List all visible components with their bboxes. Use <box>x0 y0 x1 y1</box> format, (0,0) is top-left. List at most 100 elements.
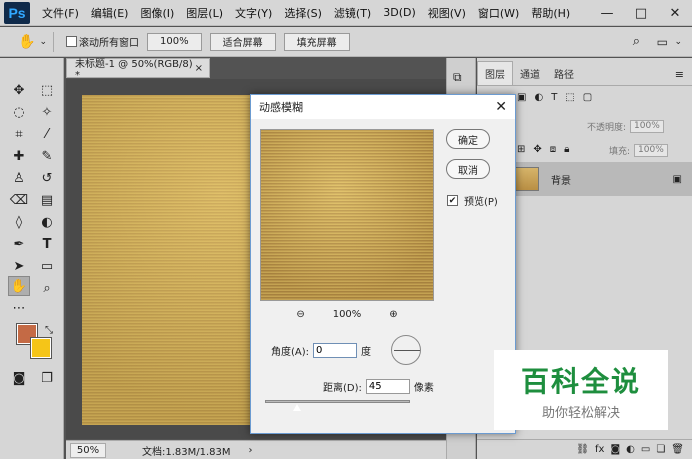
chevron-down-icon[interactable]: ⌄ <box>39 37 47 47</box>
link-layers-icon[interactable]: ⛓ <box>576 444 589 455</box>
path-select-icon[interactable]: ➤ <box>8 256 30 276</box>
filter-preview[interactable] <box>260 129 434 301</box>
slider-handle[interactable] <box>292 404 301 411</box>
mask-icon[interactable]: ◙ <box>610 444 620 455</box>
magic-wand-icon[interactable]: ✧ <box>36 102 58 122</box>
layers-footer: ⛓ fx ◙ ◐ ▭ ❏ 🗑︎ <box>477 439 692 459</box>
fill-label: 填充: <box>609 147 631 157</box>
lock-all-icon[interactable]: 🔒︎ <box>564 144 569 155</box>
zoom-out-icon[interactable]: ⊖ <box>296 309 304 320</box>
menu-filter[interactable]: 滤镜(T) <box>334 5 371 21</box>
close-window-button[interactable]: ✕ <box>658 0 692 26</box>
type-filter-icon[interactable]: T <box>551 92 557 103</box>
zoom-tool-icon[interactable]: ⌕ <box>36 278 58 298</box>
rectangle-tool-icon[interactable]: ▭ <box>36 256 58 276</box>
fit-screen-button[interactable]: 适合屏幕 <box>209 32 276 51</box>
menu-3d[interactable]: 3D(D) <box>383 6 416 19</box>
menu-window[interactable]: 窗口(W) <box>478 5 519 21</box>
search-icon[interactable]: ⌕ <box>633 34 640 49</box>
close-icon[interactable]: ✕ <box>495 99 507 115</box>
checkbox-box[interactable] <box>65 36 77 47</box>
cancel-button[interactable]: 取消 <box>446 159 490 179</box>
layer-row[interactable]: 背景 ▣ <box>507 162 692 196</box>
fill-row: 填充: 100% <box>609 144 668 157</box>
adjustment-layer-icon[interactable]: ◐ <box>626 444 635 455</box>
more-tools-icon[interactable]: ⋯ <box>8 298 30 318</box>
chevron-down-icon[interactable]: ⌄ <box>674 37 682 47</box>
menu-view[interactable]: 视图(V) <box>428 5 466 21</box>
minimize-button[interactable]: — <box>590 0 624 26</box>
angle-dial[interactable] <box>391 335 421 365</box>
background-color-swatch[interactable] <box>30 337 52 359</box>
hand-tool-icon[interactable]: ✋ <box>8 276 30 296</box>
dialog-titlebar: 动感模糊 ✕ <box>251 95 515 119</box>
distance-slider[interactable] <box>265 400 410 403</box>
pen-tool-icon[interactable]: ✒ <box>8 234 30 254</box>
close-icon[interactable]: × <box>195 63 203 74</box>
clone-stamp-icon[interactable]: ♙ <box>8 168 30 188</box>
chevron-right-icon[interactable]: › <box>249 445 253 456</box>
zoom-level[interactable]: 50% <box>70 442 106 458</box>
history-panel-icon[interactable]: ⧉ <box>453 70 462 85</box>
tab-paths[interactable]: 路径 <box>547 62 581 85</box>
menu-file[interactable]: 文件(F) <box>42 5 79 21</box>
menu-edit[interactable]: 编辑(E) <box>91 5 129 21</box>
checkmark-icon[interactable]: ✔ <box>447 195 458 206</box>
menu-image[interactable]: 图像(I) <box>140 5 174 21</box>
maximize-button[interactable]: □ <box>624 0 658 26</box>
scroll-all-checkbox[interactable]: 滚动所有窗口 <box>65 34 139 49</box>
distance-input[interactable] <box>365 379 410 394</box>
preview-zoom-row: ⊖ 100% ⊕ <box>260 305 434 323</box>
angle-label: 角度(A): <box>271 347 310 358</box>
document-tab[interactable]: 未标题-1 @ 50%(RGB/8) * × <box>66 58 210 81</box>
folder-icon[interactable]: ▭ <box>641 444 650 455</box>
image-filter-icon[interactable]: ▣ <box>517 92 526 103</box>
tab-layers[interactable]: 图层 <box>477 61 513 85</box>
crop-tool-icon[interactable]: ⌗ <box>8 124 30 144</box>
dodge-tool-icon[interactable]: ◐ <box>36 212 58 232</box>
lock-icon: ▣ <box>672 173 682 185</box>
eraser-icon[interactable]: ⌫ <box>8 190 30 210</box>
preview-checkbox[interactable]: ✔ 预览(P) <box>447 193 498 208</box>
history-brush-icon[interactable]: ↺ <box>36 168 58 188</box>
watermark: 百科全说 助你轻松解决 <box>494 350 668 430</box>
fx-icon[interactable]: fx <box>595 444 604 455</box>
angle-row: 角度(A): 度 <box>271 343 371 358</box>
fill-input[interactable]: 100% <box>634 144 668 157</box>
lock-artboard-icon[interactable]: ⧈ <box>550 144 556 155</box>
new-layer-icon[interactable]: ❏ <box>656 444 665 455</box>
trash-icon[interactable]: 🗑︎ <box>671 444 684 455</box>
gradient-icon[interactable]: ▤ <box>36 190 58 210</box>
eyedropper-icon[interactable]: ⁄ <box>36 124 58 144</box>
ok-button[interactable]: 确定 <box>446 129 490 149</box>
type-tool-icon[interactable]: T <box>36 234 58 254</box>
zoom-100-button[interactable]: 100% <box>146 32 202 51</box>
angle-input[interactable] <box>313 343 358 358</box>
shape-filter-icon[interactable]: ⬚ <box>565 92 574 103</box>
zoom-in-icon[interactable]: ⊕ <box>389 309 397 320</box>
brush-icon[interactable]: ✎ <box>36 146 58 166</box>
menu-type[interactable]: 文字(Y) <box>235 5 272 21</box>
panel-menu-icon[interactable]: ≡ <box>675 68 684 85</box>
quick-mask-icon[interactable]: ◙ <box>8 368 30 388</box>
menu-layer[interactable]: 图层(L) <box>186 5 223 21</box>
hand-icon[interactable]: ✋ <box>18 34 35 50</box>
workspace-icon[interactable]: ▭ <box>657 35 668 49</box>
lock-position-icon[interactable]: ✥ <box>533 144 541 155</box>
lock-pixels-icon[interactable]: ⊞ <box>517 144 525 155</box>
menu-select[interactable]: 选择(S) <box>284 5 322 21</box>
layer-filter-row: ▣ ◐ T ⬚ ▢ <box>517 92 592 103</box>
menu-help[interactable]: 帮助(H) <box>531 5 570 21</box>
smart-filter-icon[interactable]: ▢ <box>583 92 592 103</box>
blur-tool-icon[interactable]: ◊ <box>8 212 30 232</box>
swap-colors-icon[interactable]: ⤡ <box>38 320 60 340</box>
fill-screen-button[interactable]: 填充屏幕 <box>283 32 350 51</box>
lasso-tool-icon[interactable]: ◌ <box>8 102 30 122</box>
tab-channels[interactable]: 通道 <box>513 62 547 85</box>
opacity-input[interactable]: 100% <box>630 120 664 133</box>
healing-brush-icon[interactable]: ✚ <box>8 146 30 166</box>
screen-mode-icon[interactable]: ❐ <box>36 368 58 388</box>
marquee-tool-icon[interactable]: ⬚ <box>36 80 58 100</box>
move-tool-icon[interactable]: ✥ <box>8 80 30 100</box>
adjustment-filter-icon[interactable]: ◐ <box>534 92 543 103</box>
